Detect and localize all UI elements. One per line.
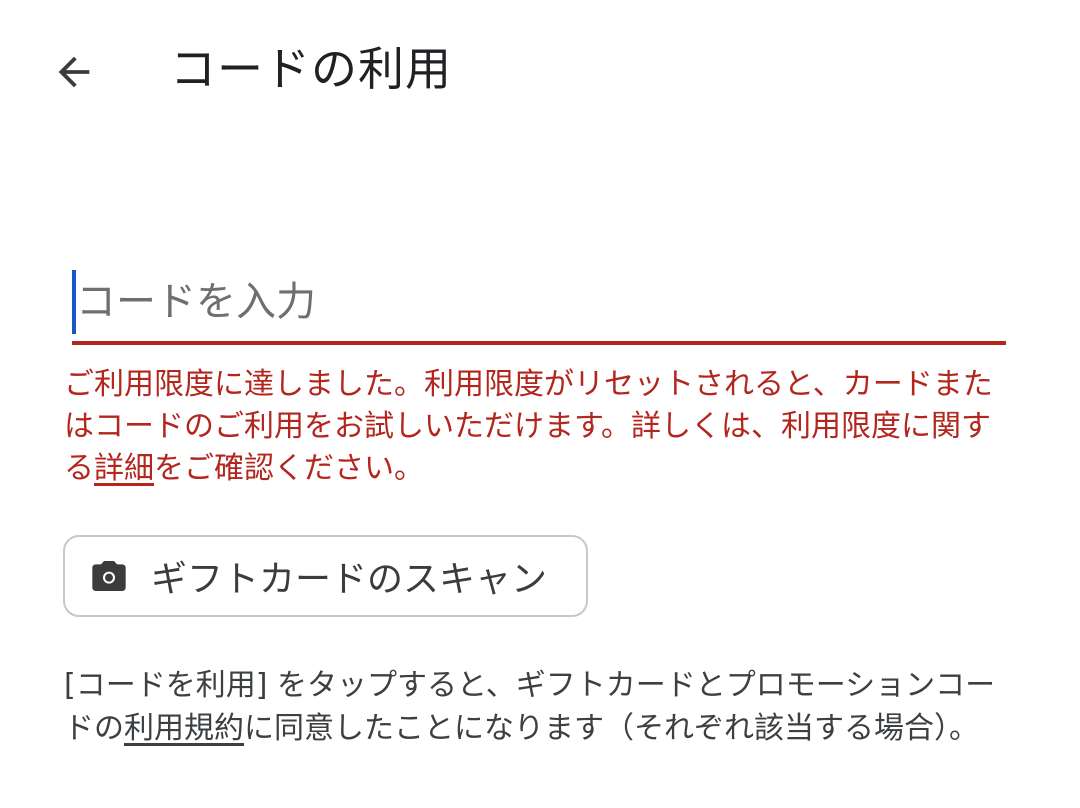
error-text-after: をご確認ください。 bbox=[154, 451, 424, 486]
terms-notice: [コードを利用] をタップすると、ギフトカードとプロモーションコードの利用規約に… bbox=[64, 664, 1014, 750]
scan-gift-card-button[interactable]: ギフトカードのスキャン bbox=[63, 535, 588, 617]
redeem-code-page: コードの利用 ご利用限度に達しました。利用限度がリセットされると、カードまたはコ… bbox=[0, 0, 1080, 808]
camera-icon bbox=[89, 556, 129, 596]
arrow-left-icon bbox=[58, 56, 90, 88]
terms-of-service-link[interactable]: 利用規約 bbox=[124, 711, 244, 746]
terms-text-after: に同意したことになります（それぞれ該当する場合）。 bbox=[244, 711, 979, 746]
error-underline bbox=[72, 341, 1006, 345]
back-button[interactable] bbox=[42, 40, 106, 104]
error-message: ご利用限度に達しました。利用限度がリセットされると、カードまたはコードのご利用を… bbox=[64, 364, 1014, 490]
text-caret bbox=[72, 270, 76, 334]
scan-button-label: ギフトカードのスキャン bbox=[151, 559, 548, 600]
app-bar: コードの利用 bbox=[0, 0, 1080, 150]
limit-details-link[interactable]: 詳細 bbox=[94, 451, 154, 486]
page-title: コードの利用 bbox=[170, 42, 452, 96]
code-input[interactable] bbox=[72, 268, 1010, 336]
code-input-container[interactable] bbox=[72, 268, 1010, 346]
